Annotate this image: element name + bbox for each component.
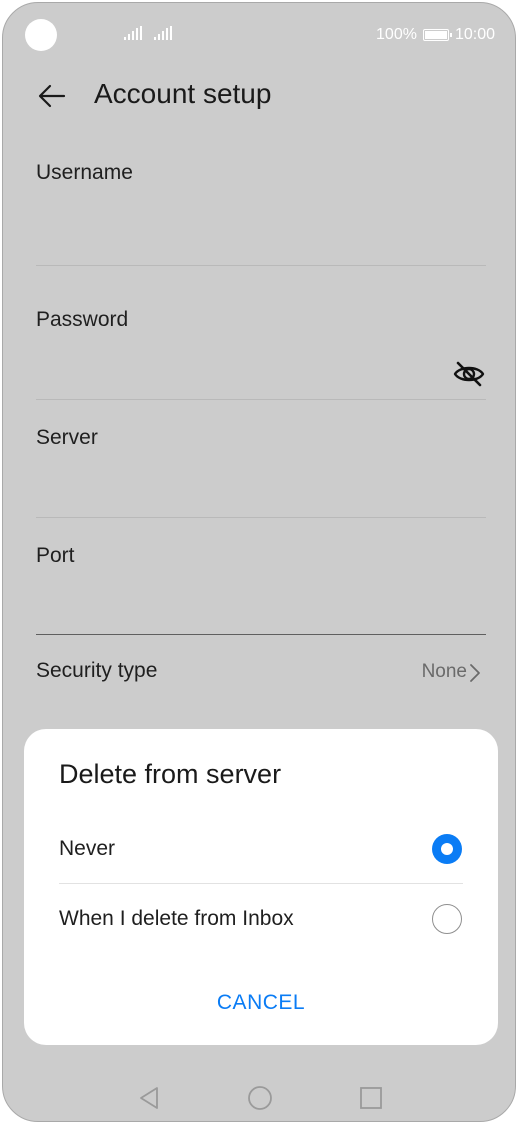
arrow-left-icon[interactable] (37, 81, 67, 111)
password-divider (36, 399, 486, 400)
status-bar: 100% 10:00 (3, 3, 515, 67)
username-label: Username (36, 161, 133, 184)
chevron-right-icon (470, 664, 480, 682)
navigation-bar (3, 1073, 515, 1121)
cancel-button[interactable]: CANCEL (24, 991, 498, 1015)
home-circle-icon[interactable] (247, 1085, 273, 1111)
port-field[interactable] (36, 577, 486, 633)
dialog-title: Delete from server (59, 759, 282, 789)
security-type-value: None (421, 661, 467, 682)
username-divider (36, 265, 486, 266)
camera-cutout (25, 19, 57, 51)
radio-selected-icon[interactable] (432, 834, 462, 864)
signal-icon-2 (153, 25, 173, 41)
signal-icon (123, 25, 143, 41)
server-field[interactable] (36, 459, 486, 515)
eye-off-icon[interactable] (452, 357, 486, 391)
option-label: Never (59, 837, 116, 860)
recents-square-icon[interactable] (358, 1085, 384, 1111)
password-field[interactable] (36, 341, 436, 397)
status-right: 100% 10:00 (376, 25, 495, 45)
port-divider (36, 634, 486, 635)
security-type-label: Security type (36, 659, 158, 682)
battery-icon (422, 29, 452, 41)
option-when-delete-from-inbox[interactable]: When I delete from Inbox (24, 887, 498, 951)
page-title: Account setup (94, 78, 272, 109)
clock: 10:00 (454, 26, 495, 43)
back-triangle-icon[interactable] (137, 1085, 163, 1111)
server-divider (36, 517, 486, 518)
delete-from-server-dialog: Delete from server Never When I delete f… (24, 729, 498, 1045)
option-never[interactable]: Never (24, 817, 498, 881)
option-divider (59, 883, 463, 884)
radio-unselected-icon[interactable] (432, 904, 462, 934)
port-label: Port (36, 544, 75, 567)
server-label: Server (36, 426, 98, 449)
password-label: Password (36, 308, 129, 331)
option-label: When I delete from Inbox (59, 907, 294, 930)
phone-screen: 100% 10:00 Account setup Username Passwo… (2, 2, 516, 1122)
battery-percent: 100% (376, 26, 417, 43)
username-field[interactable] (36, 193, 486, 263)
app-header: Account setup (3, 67, 515, 123)
